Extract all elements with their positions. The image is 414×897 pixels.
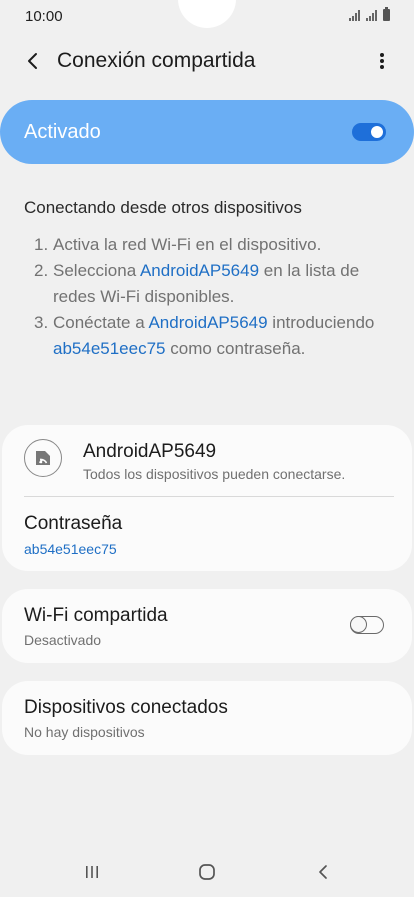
recents-icon bbox=[86, 866, 98, 878]
wifi-signal-icon bbox=[349, 10, 360, 21]
toggle-knob bbox=[350, 616, 367, 633]
camera-notch bbox=[178, 0, 236, 28]
status-time: 10:00 bbox=[25, 8, 63, 25]
password-value: ab54e51eec75 bbox=[24, 541, 117, 557]
status-bar: 10:00 bbox=[0, 0, 414, 34]
more-vert-icon bbox=[380, 53, 384, 69]
home-button[interactable] bbox=[187, 858, 227, 886]
wifi-sharing-row[interactable]: Wi-Fi compartida Desactivado bbox=[2, 589, 412, 663]
instruction-step: 3. Conéctate a AndroidAP5649 introducien… bbox=[34, 310, 394, 362]
instructions-list: 1. Activa la red Wi-Fi en el dispositivo… bbox=[34, 232, 394, 362]
password-highlight: ab54e51eec75 bbox=[53, 339, 166, 358]
recents-button[interactable] bbox=[72, 858, 112, 886]
wifi-sharing-title: Wi-Fi compartida bbox=[24, 605, 168, 626]
password-label: Contraseña bbox=[24, 513, 123, 534]
page-title: Conexión compartida bbox=[57, 49, 256, 72]
status-icons bbox=[349, 7, 390, 21]
network-name: AndroidAP5649 bbox=[83, 441, 217, 462]
password-row[interactable]: Contraseña ab54e51eec75 bbox=[2, 497, 412, 571]
step-text: Selecciona AndroidAP5649 en la lista de … bbox=[53, 258, 394, 310]
connected-devices-status: No hay dispositivos bbox=[24, 724, 145, 740]
network-name-highlight: AndroidAP5649 bbox=[148, 313, 268, 332]
wifi-sharing-toggle[interactable] bbox=[350, 616, 384, 634]
step-number: 3. bbox=[34, 313, 49, 332]
back-nav-button[interactable] bbox=[303, 858, 343, 886]
step-text-part: como contraseña. bbox=[165, 339, 306, 358]
step-number: 1. bbox=[34, 235, 49, 254]
step-text: Activa la red Wi-Fi en el dispositivo. bbox=[53, 235, 322, 254]
master-switch-bar[interactable]: Activado bbox=[0, 100, 414, 164]
more-options-button[interactable] bbox=[370, 48, 394, 74]
network-name-highlight: AndroidAP5649 bbox=[139, 261, 260, 280]
instruction-step: 2. Selecciona AndroidAP5649 en la lista … bbox=[34, 258, 394, 310]
battery-icon bbox=[383, 7, 390, 21]
wifi-sharing-status: Desactivado bbox=[24, 632, 102, 648]
connected-devices-row[interactable]: Dispositivos conectados No hay dispositi… bbox=[2, 681, 412, 755]
hotspot-icon bbox=[24, 439, 62, 477]
step-text-part: Conéctate a bbox=[53, 313, 149, 332]
instruction-step: 1. Activa la red Wi-Fi en el dispositivo… bbox=[34, 232, 394, 258]
toggle-knob bbox=[369, 124, 385, 140]
step-number: 2. bbox=[34, 261, 49, 280]
connected-devices-title: Dispositivos conectados bbox=[24, 697, 228, 718]
home-icon bbox=[199, 864, 215, 880]
network-subtitle: Todos los dispositivos pueden conectarse… bbox=[83, 466, 346, 482]
back-button[interactable] bbox=[20, 48, 46, 74]
network-card: AndroidAP5649 Todos los dispositivos pue… bbox=[2, 425, 412, 571]
step-text-part: Selecciona bbox=[53, 261, 140, 280]
cell-signal-icon bbox=[366, 10, 377, 21]
master-toggle[interactable] bbox=[352, 123, 386, 141]
app-bar: Conexión compartida bbox=[0, 40, 414, 84]
back-nav-icon bbox=[319, 865, 327, 879]
instructions-title: Conectando desde otros dispositivos bbox=[24, 198, 302, 217]
navigation-bar bbox=[0, 850, 414, 897]
back-arrow-icon bbox=[28, 53, 37, 69]
master-switch-label: Activado bbox=[24, 121, 101, 143]
step-text: Conéctate a AndroidAP5649 introduciendo … bbox=[53, 310, 394, 362]
step-text-part: introduciendo bbox=[267, 313, 375, 332]
